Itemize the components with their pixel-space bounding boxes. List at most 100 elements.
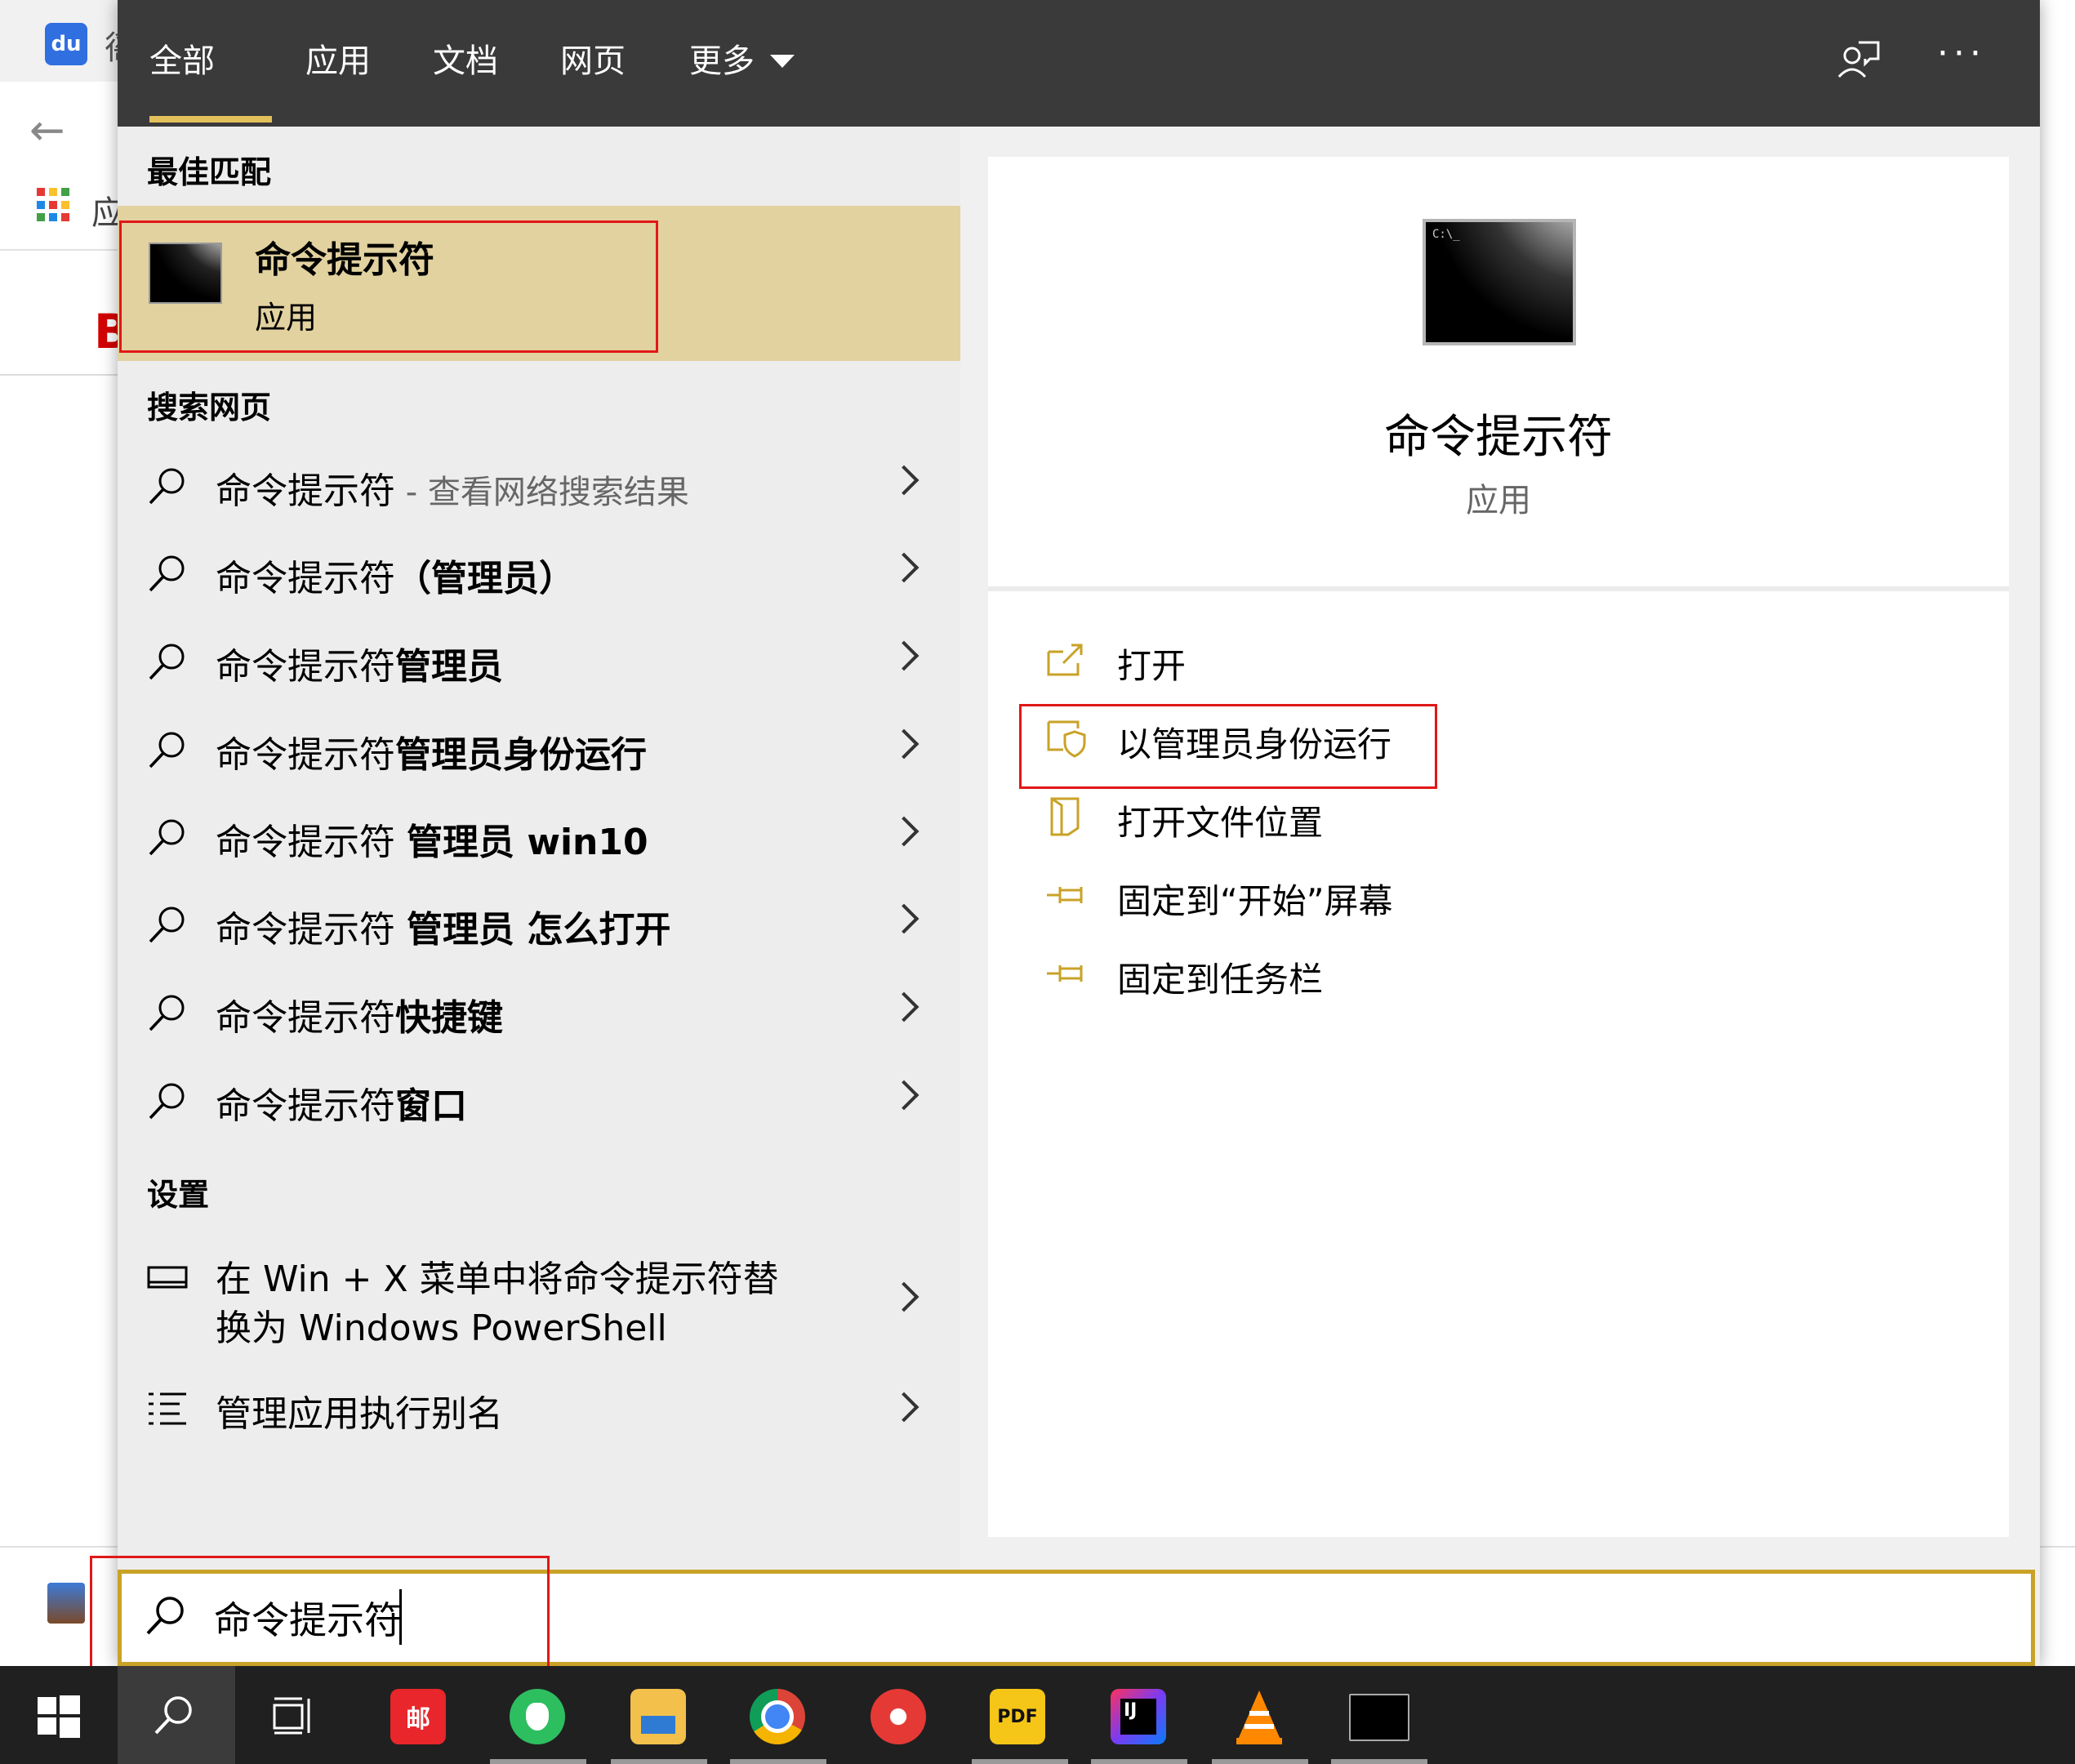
chevron-right-icon: [888, 465, 920, 496]
search-icon: [149, 819, 185, 856]
query-prefix: 命令提示符: [216, 997, 395, 1039]
query-prefix: 命令提示符: [216, 1085, 395, 1127]
detail-title: 命令提示符: [1384, 411, 1613, 464]
vlc-icon[interactable]: [1233, 1689, 1285, 1746]
annotation-box: [119, 220, 658, 353]
tab-more[interactable]: 更多: [689, 37, 755, 86]
detail-subtitle: 应用: [1466, 482, 1531, 519]
windows-start-icon[interactable]: [38, 1695, 80, 1738]
more-options-icon[interactable]: ···: [1937, 33, 1986, 74]
file-explorer-icon[interactable]: [630, 1689, 686, 1744]
query-suggestion: 窗口: [395, 1085, 467, 1127]
query-suggestion: 快捷键: [395, 997, 503, 1039]
web-search-text: 命令提示符（管理员）: [216, 549, 575, 601]
settings-item-winx-powershell[interactable]: 在 Win + X 菜单中将命令提示符替 换为 Windows PowerShe…: [118, 1233, 960, 1364]
settings-item-app-aliases[interactable]: 管理应用执行别名: [118, 1368, 960, 1450]
web-search-item[interactable]: 命令提示符（管理员）: [118, 532, 960, 614]
chevron-right-icon: [888, 728, 920, 760]
section-search-web: 搜索网页: [147, 390, 272, 425]
running-indicator: [1331, 1759, 1427, 1764]
running-indicator: [490, 1759, 586, 1764]
query-suggestion: 管理员 怎么打开: [407, 909, 671, 951]
running-indicator: [1091, 1759, 1187, 1764]
chevron-right-icon: [888, 1392, 920, 1423]
query-suggestion: 管理员 win10: [407, 822, 648, 863]
running-indicator: [611, 1759, 707, 1764]
web-search-item[interactable]: 命令提示符管理员: [118, 621, 960, 702]
web-search-item[interactable]: 命令提示符 管理员 怎么打开: [118, 884, 960, 965]
divider: [988, 586, 2009, 591]
settings-item-label: 管理应用执行别名: [216, 1393, 503, 1435]
section-settings: 设置: [147, 1177, 210, 1213]
action-label: 打开文件位置: [1117, 803, 1324, 843]
query-suggestion: （管理员）: [395, 558, 575, 599]
query-suggestion: 管理员身份运行: [395, 734, 647, 776]
snail-app-icon[interactable]: [871, 1689, 926, 1744]
chrome-center: [761, 1700, 794, 1733]
monitor-icon: [147, 1266, 188, 1289]
action-pin-to-taskbar[interactable]: 固定到任务栏: [1045, 944, 1780, 1009]
winrar-icon[interactable]: [47, 1583, 85, 1624]
query-prefix: 命令提示符: [216, 558, 395, 599]
action-label: 固定到任务栏: [1117, 960, 1324, 1000]
mail-app-icon[interactable]: 邮: [390, 1689, 446, 1744]
query-prefix: 命令提示符: [216, 822, 407, 863]
action-pin-to-start[interactable]: 固定到“开始”屏幕: [1045, 866, 1780, 931]
tab-web[interactable]: 网页: [560, 37, 626, 86]
web-search-text: 命令提示符管理员身份运行: [216, 725, 647, 777]
pin-icon: [1047, 965, 1083, 982]
chevron-right-icon: [888, 991, 920, 1022]
web-search-item[interactable]: 命令提示符 管理员 win10: [118, 796, 960, 878]
web-search-item[interactable]: 命令提示符 - 查看网络搜索结果: [118, 445, 960, 527]
chrome-icon[interactable]: [750, 1689, 805, 1744]
evernote-elephant-glyph: [526, 1703, 549, 1731]
search-icon: [149, 1083, 185, 1120]
search-icon: [149, 732, 185, 768]
web-search-item[interactable]: 命令提示符窗口: [118, 1060, 960, 1142]
caret-down-icon[interactable]: [770, 55, 795, 68]
evernote-icon[interactable]: [510, 1689, 565, 1744]
chevron-right-icon: [888, 552, 920, 583]
list-icon: [149, 1392, 186, 1425]
action-open[interactable]: 打开: [1045, 630, 1780, 696]
folder-location-icon: [1050, 797, 1080, 836]
open-icon: [1047, 644, 1083, 676]
web-search-text: 命令提示符 管理员 怎么打开: [216, 900, 670, 952]
apps-grid-icon[interactable]: [37, 188, 71, 222]
section-best-match: 最佳匹配: [147, 154, 272, 190]
action-open-file-location[interactable]: 打开文件位置: [1045, 787, 1780, 853]
baidu-favicon-icon[interactable]: du: [45, 23, 87, 65]
web-search-text: 命令提示符 管理员 win10: [216, 813, 648, 865]
active-tab-indicator: [149, 116, 272, 122]
search-icon: [149, 995, 185, 1031]
web-search-text: 命令提示符快捷键: [216, 988, 503, 1040]
search-icon: [149, 906, 185, 943]
search-icon: [149, 555, 185, 592]
query-prefix: 命令提示符: [216, 734, 395, 776]
web-search-text: 命令提示符管理员: [216, 637, 503, 689]
intellij-icon[interactable]: IJ: [1111, 1689, 1166, 1744]
query-prefix: 命令提示符: [216, 470, 395, 512]
back-arrow-icon[interactable]: ←: [29, 106, 65, 155]
intellij-label: IJ: [1120, 1699, 1156, 1735]
search-scope-tabs: 全部 应用 文档 网页 更多: [118, 0, 2040, 127]
web-search-item[interactable]: 命令提示符快捷键: [118, 972, 960, 1054]
action-label: 打开: [1117, 646, 1187, 686]
web-search-text: 命令提示符 - 查看网络搜索结果: [216, 461, 689, 514]
feedback-icon[interactable]: [1836, 38, 1880, 82]
running-indicator: [972, 1759, 1068, 1764]
chevron-right-icon: [888, 1281, 920, 1312]
command-prompt-taskbar-icon[interactable]: [1349, 1694, 1409, 1741]
running-indicator: [730, 1759, 826, 1764]
taskbar-search-icon[interactable]: [152, 1692, 198, 1738]
tab-all[interactable]: 全部: [149, 37, 215, 86]
tab-apps[interactable]: 应用: [305, 37, 371, 86]
chevron-right-icon: [888, 903, 920, 934]
tab-documents[interactable]: 文档: [433, 37, 498, 86]
task-view-icon[interactable]: [271, 1695, 315, 1736]
pdf-app-icon[interactable]: PDF: [990, 1689, 1045, 1744]
web-search-text: 命令提示符窗口: [216, 1076, 467, 1129]
pin-icon: [1047, 887, 1083, 903]
web-search-item[interactable]: 命令提示符管理员身份运行: [118, 709, 960, 791]
query-prefix: 命令提示符: [216, 909, 407, 951]
